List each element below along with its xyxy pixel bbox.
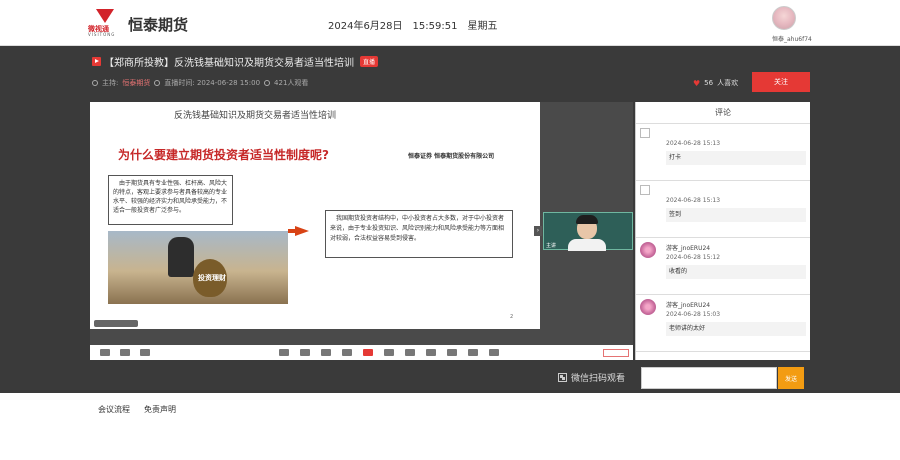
- host-label: 主持:: [102, 79, 119, 87]
- camera-icon[interactable]: [120, 349, 130, 356]
- comment-avatar: [640, 185, 650, 195]
- slide-left-text: 由于期货具有专业性强、杠杆高、风险大的特点，客观上要求参与者具备较高的专业水平、…: [108, 175, 233, 225]
- stream-meta: 主持: 恒泰期货 直播时间: 2024-06-28 15:00 421人观看: [92, 78, 308, 88]
- comment-time: 2024-06-28 15:13: [666, 197, 721, 204]
- webcam-body: [568, 239, 606, 251]
- logo[interactable]: 微视通 VISITONG: [88, 9, 124, 37]
- slide-page-number: 2: [510, 314, 514, 320]
- scan-to-watch[interactable]: 微信扫码观看: [558, 371, 625, 384]
- webcam-hair: [576, 215, 598, 224]
- comment-avatar: [640, 128, 650, 138]
- presenter-webcam[interactable]: 主讲: [543, 212, 633, 251]
- slide-illustration: 投资理财: [108, 231, 288, 304]
- tab-agenda[interactable]: 会议流程: [98, 404, 130, 415]
- stream-title: 【郑商所投教】反洗钱基础知识及期货交易者适当性培训: [104, 57, 354, 69]
- slide-header: 反洗钱基础知识及期货交易者适当性培训: [90, 102, 540, 124]
- apps-icon[interactable]: [384, 349, 394, 356]
- slide-title: 为什么要建立期货投资者适当性制度呢?: [118, 148, 329, 162]
- arrow-right-icon: [295, 226, 309, 236]
- host-icon: [92, 80, 98, 86]
- comment-time: 2024-06-28 15:03: [666, 311, 721, 318]
- comment-time: 2024-06-28 15:12: [666, 254, 721, 261]
- datetime: 2024年6月28日 15:59:51 星期五: [328, 17, 507, 32]
- comment-text: 签到: [666, 208, 806, 222]
- webcam-tag: 主讲: [546, 243, 557, 249]
- viewer-count: 421人观看: [274, 79, 309, 87]
- likes[interactable]: ♥ 56 人喜欢: [693, 78, 738, 88]
- security-icon[interactable]: [140, 349, 150, 356]
- comment-item: 2024-06-28 15:13 打卡: [636, 124, 810, 181]
- logo-sub: VISITONG: [88, 32, 116, 37]
- live-badge: 直播: [360, 55, 379, 67]
- participants-icon[interactable]: [279, 349, 289, 356]
- comment-item: 游客_jnoERU24 2024-06-28 15:03 老师讲的太好: [636, 295, 810, 352]
- whiteboard-icon[interactable]: [405, 349, 415, 356]
- reactions-icon[interactable]: [363, 349, 373, 356]
- slide-company: 恒泰证券 恒泰期货股份有限公司: [408, 153, 495, 160]
- comment-author: 游客_jnoERU24: [666, 302, 711, 309]
- play-icon: [92, 56, 101, 66]
- scan-label: 微信扫码观看: [571, 374, 626, 384]
- time: 15:59:51: [412, 21, 458, 32]
- send-button[interactable]: 发送: [778, 367, 804, 389]
- stream-title-row: 【郑商所投教】反洗钱基础知识及期货交易者适当性培训 直播: [92, 54, 379, 69]
- comment-avatar: [640, 299, 656, 315]
- chat-icon[interactable]: [300, 349, 310, 356]
- share-screen-icon[interactable]: [321, 349, 331, 356]
- slide-mini-bar[interactable]: [94, 320, 138, 327]
- likes-count: 56: [704, 79, 714, 87]
- mic-icon[interactable]: [100, 349, 110, 356]
- top-header: 微视通 VISITONG 恒泰期货 2024年6月28日 15:59:51 星期五 …: [0, 0, 900, 46]
- bottom-tabs: 会议流程 免责声明: [98, 404, 176, 415]
- host-name[interactable]: 恒泰期货: [122, 78, 150, 88]
- comment-item: 游客_jnoERU24 2024-06-28 15:12 收看的: [636, 238, 810, 295]
- comment-author: 游客_jnoERU24: [666, 245, 711, 252]
- follow-button[interactable]: 关注: [752, 72, 810, 92]
- eye-icon: [264, 80, 271, 86]
- comment-text: 收看的: [666, 265, 806, 279]
- comment-text: 老师讲的太好: [666, 322, 806, 336]
- heart-icon[interactable]: ♥: [693, 79, 700, 88]
- start-time: 直播时间: 2024-06-28 15:00: [164, 79, 261, 87]
- meeting-toolbar: [90, 345, 633, 360]
- logo-mark-icon: [96, 9, 114, 23]
- presentation-slide: 为什么要建立期货投资者适当性制度呢? 恒泰证券 恒泰期货股份有限公司 由于期货具…: [90, 124, 540, 329]
- slide-right-text: 我国期货投资者结构中，中小投资者占大多数，对于中小投资者来说，由于专业投资知识、…: [325, 210, 513, 258]
- likes-label: 人喜欢: [717, 79, 739, 87]
- brand-name: 恒泰期货: [128, 16, 189, 34]
- figure-shape: [168, 237, 194, 277]
- user-avatar[interactable]: [772, 6, 796, 30]
- slide-header-title: 反洗钱基础知识及期货交易者适当性培训: [174, 111, 337, 121]
- view-icon[interactable]: [489, 349, 499, 356]
- more-icon[interactable]: [447, 349, 457, 356]
- video-player[interactable]: 反洗钱基础知识及期货交易者适当性培训 为什么要建立期货投资者适当性制度呢? 恒泰…: [90, 102, 633, 360]
- bag-label: 投资理财: [198, 274, 226, 282]
- comments-panel: 评论 2024-06-28 15:13 打卡 2024-06-28 15:13 …: [635, 102, 810, 360]
- clock-icon: [154, 80, 161, 86]
- expand-handle-icon[interactable]: ›: [534, 226, 542, 236]
- username[interactable]: 恒泰_ahu6f74: [772, 34, 812, 43]
- comment-input[interactable]: [641, 367, 777, 389]
- record-icon[interactable]: [342, 349, 352, 356]
- settings-icon[interactable]: [468, 349, 478, 356]
- comment-item: 2024-06-28 15:13 签到: [636, 181, 810, 238]
- comment-time: 2024-06-28 15:13: [666, 140, 721, 147]
- weekday: 星期五: [467, 21, 498, 32]
- qr-code-icon: [558, 373, 567, 382]
- comment-text: 打卡: [666, 151, 806, 165]
- comments-header: 评论: [636, 102, 810, 124]
- tab-disclaimer[interactable]: 免责声明: [144, 404, 176, 415]
- toolbar-center-group: [268, 349, 499, 356]
- notes-icon[interactable]: [426, 349, 436, 356]
- comment-avatar: [640, 242, 656, 258]
- end-meeting-button[interactable]: [603, 348, 629, 357]
- date: 2024年6月28日: [328, 21, 403, 32]
